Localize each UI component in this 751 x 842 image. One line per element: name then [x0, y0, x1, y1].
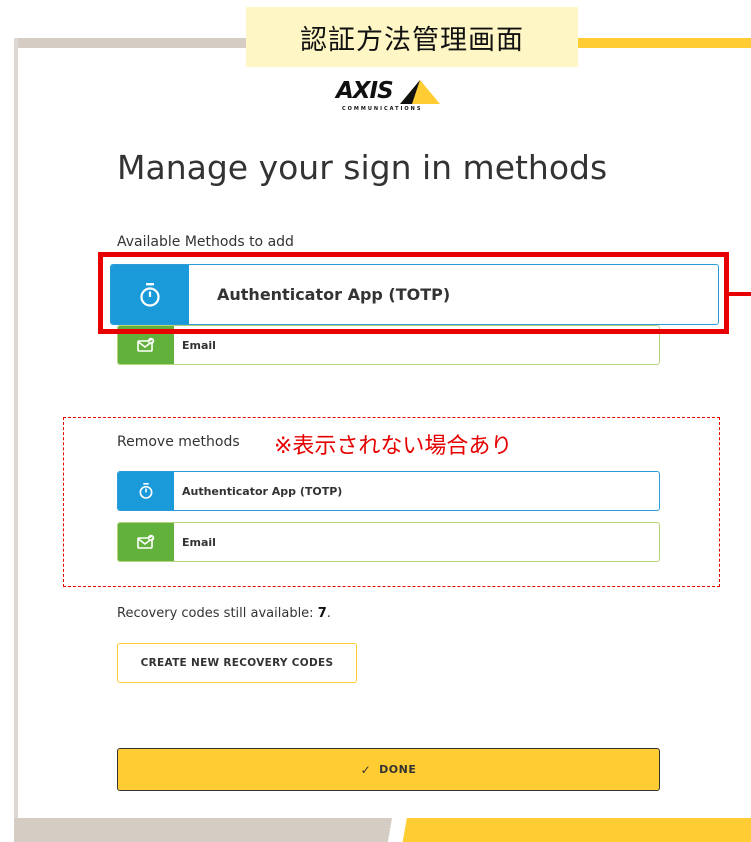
recovery-count: 7 [317, 606, 327, 621]
method-label: Email [182, 338, 216, 352]
annotation-title: 認証方法管理画面 [246, 7, 578, 67]
logo-wordmark: AXIS [336, 78, 394, 104]
remove-totp-method-button[interactable]: Authenticator App (TOTP) [117, 471, 660, 511]
create-recovery-codes-button[interactable]: CREATE NEW RECOVERY CODES [117, 643, 357, 683]
done-label: DONE [379, 763, 417, 776]
recovery-codes-status: Recovery codes still available: 7. [117, 606, 331, 621]
method-label: Authenticator App (TOTP) [217, 285, 451, 304]
recovery-text: Recovery codes still available: [117, 606, 318, 621]
add-totp-method-button[interactable]: Authenticator App (TOTP) [110, 264, 719, 325]
highlight-connector [729, 292, 751, 296]
done-button[interactable]: ✓ DONE [117, 748, 660, 791]
check-icon: ✓ [360, 762, 372, 777]
logo-subtext: COMMUNICATIONS [342, 106, 423, 112]
logo-triangle-icon [400, 80, 440, 104]
envelope-icon [118, 523, 174, 561]
page-title: Manage your sign in methods [117, 148, 608, 187]
method-label: Email [182, 535, 216, 549]
stopwatch-icon [118, 472, 174, 510]
axis-logo: AXIS COMMUNICATIONS [336, 78, 446, 118]
recovery-suffix: . [326, 606, 331, 621]
annotation-note: ※表示されない場合あり [274, 434, 513, 459]
add-email-method-button[interactable]: Email [117, 325, 660, 365]
method-label: Authenticator App (TOTP) [182, 484, 343, 498]
remove-email-method-button[interactable]: Email [117, 522, 660, 562]
stopwatch-icon [111, 265, 189, 324]
remove-methods-label: Remove methods [117, 434, 240, 450]
available-methods-label: Available Methods to add [117, 234, 294, 250]
card-frame-bottom [14, 818, 751, 842]
envelope-icon [118, 326, 174, 364]
